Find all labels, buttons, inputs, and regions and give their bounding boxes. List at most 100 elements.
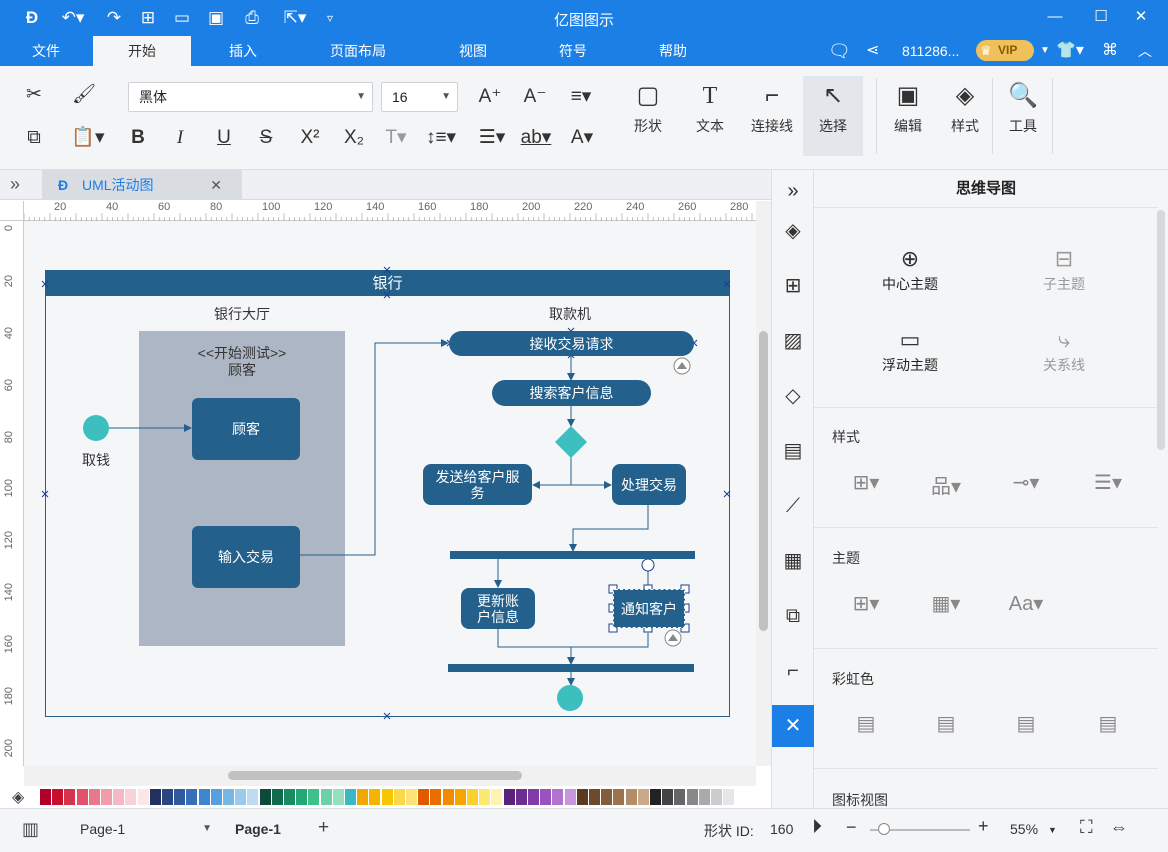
font-size-select[interactable]: 16 ▼	[381, 82, 458, 112]
color-swatch[interactable]	[564, 789, 576, 805]
color-swatch[interactable]	[698, 789, 710, 805]
node-input-transaction[interactable]: 输入交易	[192, 526, 300, 588]
color-swatch[interactable]	[442, 789, 454, 805]
fill-icon[interactable]: ◈	[772, 210, 814, 252]
color-swatch[interactable]	[552, 789, 564, 805]
color-swatch[interactable]	[149, 789, 161, 805]
color-swatch[interactable]	[40, 789, 51, 805]
fit-page-icon[interactable]: ⛶	[1080, 817, 1093, 838]
theme-color-icon[interactable]: ▦▾	[926, 591, 966, 616]
color-swatch[interactable]	[64, 789, 76, 805]
text-effect-icon[interactable]: T▾	[378, 123, 414, 153]
color-swatch[interactable]	[430, 789, 442, 805]
color-swatch[interactable]	[101, 789, 112, 805]
zoom-out-icon[interactable]: −	[846, 817, 857, 838]
color-swatch[interactable]	[637, 789, 649, 805]
account-dropdown-icon[interactable]: ▼	[1040, 36, 1050, 66]
tools-button[interactable]: 🔍 工具	[993, 76, 1053, 156]
apps-icon[interactable]: ⌘	[1102, 36, 1118, 66]
vertical-scroll-thumb[interactable]	[759, 331, 768, 631]
page-tab[interactable]: Page-1	[235, 821, 281, 837]
color-swatch[interactable]	[247, 789, 259, 805]
expand-library-icon[interactable]: »	[10, 174, 20, 195]
font-shrink-icon[interactable]: A⁻	[519, 82, 551, 112]
paste-icon[interactable]: 📋▾	[68, 123, 108, 153]
image-icon[interactable]: ▨	[772, 320, 814, 362]
node-customer[interactable]: 顾客	[192, 398, 300, 460]
color-swatch[interactable]	[174, 789, 186, 805]
connector-button[interactable]: ⌐ 连接线	[742, 76, 802, 156]
color-swatch[interactable]	[503, 789, 515, 805]
tab-view[interactable]: 视图	[444, 36, 502, 66]
color-swatch[interactable]	[467, 789, 478, 805]
color-swatch[interactable]	[491, 789, 503, 805]
color-swatch[interactable]	[162, 789, 173, 805]
maximize-button[interactable]: ☐	[1086, 4, 1116, 30]
bullet-list-icon[interactable]: ☰▾	[472, 123, 512, 153]
color-swatch[interactable]	[540, 789, 552, 805]
color-swatch[interactable]	[125, 789, 137, 805]
zoom-slider-thumb[interactable]	[878, 823, 890, 835]
color-swatch[interactable]	[613, 789, 625, 805]
document-tab[interactable]: Ð UML活动图 ✕	[42, 170, 242, 200]
node-receive-request[interactable]: 接收交易请求	[449, 331, 694, 356]
color-swatch[interactable]	[418, 789, 430, 805]
format-painter-icon[interactable]: 🖌	[68, 80, 100, 110]
text-button[interactable]: T 文本	[680, 76, 740, 156]
fill-bucket-icon[interactable]: ◈	[12, 787, 24, 807]
center-topic-button[interactable]: ⊕ 中心主题	[850, 244, 970, 294]
cut-icon[interactable]: ✂	[18, 80, 50, 110]
vertical-scrollbar[interactable]	[756, 201, 771, 766]
align-icon[interactable]: ≡▾	[562, 82, 600, 112]
horizontal-scrollbar[interactable]	[24, 766, 756, 786]
share-icon[interactable]: ⋖	[866, 36, 879, 66]
chevron-down-icon[interactable]: ▼	[1048, 825, 1057, 835]
comment-icon[interactable]: 🗨	[828, 36, 851, 66]
color-swatch[interactable]	[52, 789, 64, 805]
rainbow-style-4-icon[interactable]: ▤	[1088, 711, 1128, 736]
color-swatch[interactable]	[198, 789, 210, 805]
color-swatch[interactable]	[271, 789, 283, 805]
color-swatch[interactable]	[723, 789, 735, 805]
tab-help[interactable]: 帮助	[644, 36, 702, 66]
page-panel-icon[interactable]: ▥	[22, 819, 39, 840]
org-chart-icon[interactable]: ⧉	[772, 595, 814, 637]
color-swatch[interactable]	[393, 789, 405, 805]
color-swatch[interactable]	[76, 789, 88, 805]
color-swatch[interactable]	[284, 789, 295, 805]
color-swatch[interactable]	[650, 789, 661, 805]
page-icon[interactable]: ▤	[772, 430, 814, 472]
color-swatch[interactable]	[711, 789, 722, 805]
horizontal-scroll-thumb[interactable]	[228, 771, 522, 780]
text-style-icon[interactable]: A▾	[562, 123, 602, 153]
color-swatch[interactable]	[186, 789, 198, 805]
color-swatch[interactable]	[662, 789, 674, 805]
subscript-icon[interactable]: X₂	[338, 123, 370, 153]
color-swatch[interactable]	[259, 789, 271, 805]
node-notify-customer[interactable]: 通知客户	[613, 589, 685, 628]
color-swatch[interactable]	[735, 789, 747, 805]
zoom-level[interactable]: 55%	[1010, 821, 1038, 837]
color-swatch[interactable]	[381, 789, 393, 805]
shape-button[interactable]: ▢ 形状	[618, 76, 678, 156]
color-swatch[interactable]	[332, 789, 344, 805]
tab-symbol[interactable]: 符号	[544, 36, 602, 66]
table-icon[interactable]: ▦	[772, 540, 814, 582]
tab-page-layout[interactable]: 页面布局	[318, 36, 398, 66]
copy-icon[interactable]: ⧉	[18, 123, 50, 153]
italic-icon[interactable]: I	[164, 123, 196, 153]
color-swatch[interactable]	[406, 789, 417, 805]
color-swatch[interactable]	[674, 789, 686, 805]
color-swatch[interactable]	[345, 789, 356, 805]
color-swatch[interactable]	[686, 789, 698, 805]
rainbow-style-3-icon[interactable]: ▤	[1006, 711, 1046, 736]
color-swatch[interactable]	[625, 789, 637, 805]
color-swatch[interactable]	[601, 789, 613, 805]
rainbow-style-1-icon[interactable]: ▤	[846, 711, 886, 736]
color-swatch[interactable]	[113, 789, 125, 805]
tab-file[interactable]: 文件	[18, 36, 74, 66]
layout-grid-icon[interactable]: ⊞▾	[846, 470, 886, 495]
color-swatch[interactable]	[296, 789, 308, 805]
color-swatch[interactable]	[454, 789, 466, 805]
sub-topic-button[interactable]: ⊟ 子主题	[1004, 244, 1124, 294]
